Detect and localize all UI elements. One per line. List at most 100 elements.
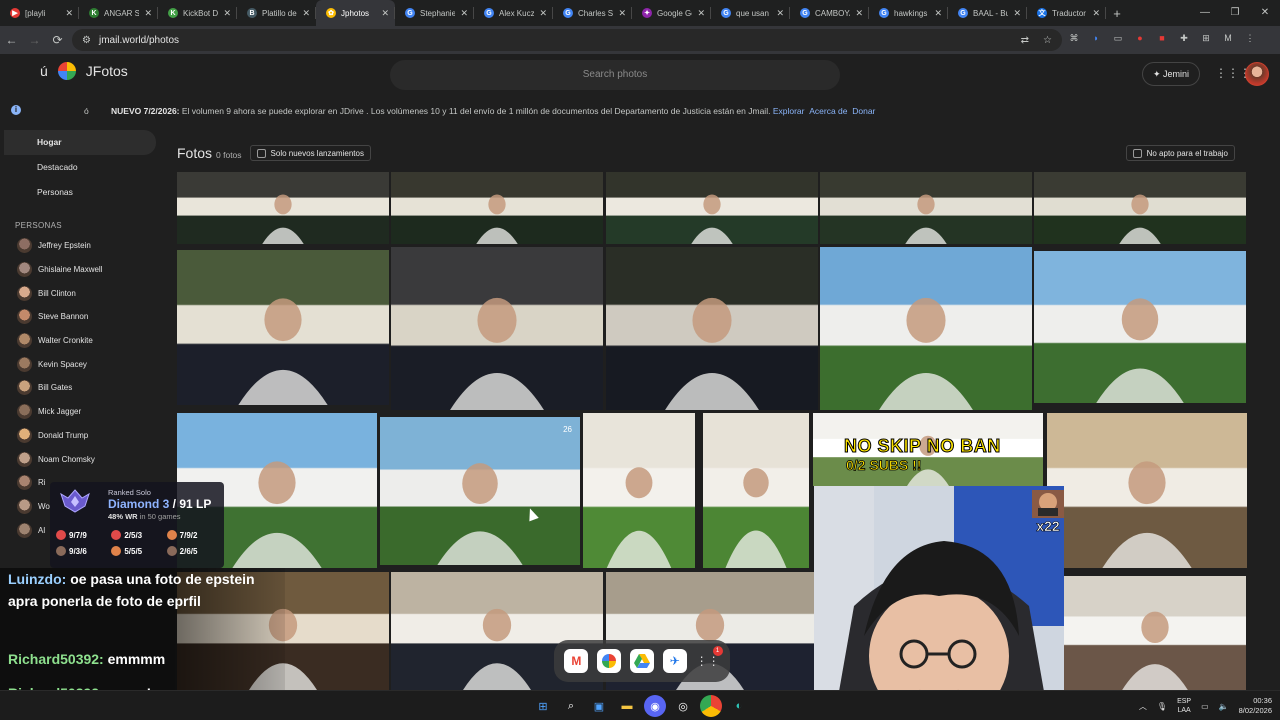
gmail-icon[interactable]: M [564, 649, 589, 673]
avatar[interactable] [1245, 62, 1269, 86]
browser-tab[interactable]: Gque usan ✕ [711, 0, 790, 26]
browser-tab[interactable]: G Stephanie ✕ [395, 0, 474, 26]
obs-icon[interactable]: ◎ [672, 695, 694, 717]
photo-thumbnail[interactable] [391, 172, 603, 244]
browser-tab[interactable]: B Platillo de ✕ [237, 0, 316, 26]
photo-thumbnail[interactable] [1047, 413, 1247, 568]
extension-icon[interactable]: ⌘ [1066, 30, 1082, 46]
translate-icon[interactable]: ⇄ [1021, 35, 1029, 46]
new-tab-icon[interactable]: + [1106, 6, 1128, 21]
search-input[interactable]: Search photos [390, 60, 840, 90]
person-item[interactable]: Walter Cronkite [0, 329, 165, 353]
discord-icon[interactable]: ◉ [644, 695, 666, 717]
volume-icon[interactable]: 🔈 [1219, 702, 1229, 711]
person-item[interactable]: Kevin Spacey [0, 352, 165, 376]
tab-close-icon[interactable]: ✕ [302, 8, 310, 19]
photo-thumbnail[interactable] [391, 247, 603, 410]
forward-icon[interactable]: → [23, 33, 46, 47]
tab-close-icon[interactable]: ✕ [460, 8, 468, 19]
photo-thumbnail[interactable] [703, 413, 809, 568]
tab-close-icon[interactable]: ✕ [776, 8, 784, 19]
photo-thumbnail[interactable] [1034, 172, 1246, 244]
browser-tab[interactable]: G BAAL - Bu ✕ [948, 0, 1027, 26]
clock[interactable]: 00:36 8/02/2026 [1239, 696, 1272, 716]
photo-thumbnail[interactable] [177, 172, 389, 244]
extension-icon[interactable]: ▭ [1110, 30, 1126, 46]
flights-icon[interactable]: ✈ [662, 649, 687, 673]
tab-close-icon[interactable]: ✕ [934, 8, 942, 19]
browser-tab[interactable]: G Alex Kuczy ✕ [474, 0, 553, 26]
checkbox[interactable] [1132, 148, 1142, 158]
microphone-icon[interactable]: 🎙 [1157, 702, 1167, 711]
photo-thumbnail[interactable]: 26 [380, 417, 580, 565]
tab-close-icon[interactable]: ✕ [223, 8, 231, 19]
url-field[interactable]: ⚙ jmail.world/photos ⇄ ☆ [72, 29, 1062, 51]
widgets-icon[interactable]: ▣ [588, 695, 610, 717]
photo-thumbnail[interactable] [177, 250, 389, 405]
person-item[interactable]: Noam Chomsky [0, 447, 165, 471]
browser-tab[interactable]: ✿ Jphotos ✕ [316, 0, 395, 26]
browser-tab[interactable]: Ghawkings ✕ [869, 0, 948, 26]
donate-link[interactable]: Donar [852, 106, 875, 116]
windows-start-icon[interactable]: ⊞ [532, 695, 554, 717]
extension-icon[interactable]: ■ [1154, 30, 1170, 46]
edge-icon[interactable]: ◐ [728, 695, 750, 717]
tab-close-icon[interactable]: ✕ [1013, 8, 1021, 19]
person-item[interactable]: Bill Clinton [0, 281, 165, 305]
sidebar-item-home[interactable]: Hogar [4, 130, 156, 155]
person-item[interactable]: Donald Trump [0, 424, 165, 448]
browser-tab[interactable]: K ANGAR St ✕ [79, 0, 158, 26]
photo-thumbnail[interactable] [1034, 251, 1246, 403]
sidebar-item-people[interactable]: Personas [0, 180, 165, 205]
tab-close-icon[interactable]: ✕ [855, 8, 863, 19]
checkbox[interactable] [256, 148, 266, 158]
brand[interactable]: ú JFotos [40, 62, 128, 80]
tab-close-icon[interactable]: ✕ [1092, 8, 1100, 19]
browser-tab[interactable]: K KickBot D ✕ [158, 0, 237, 26]
about-link[interactable]: Acerca de [809, 106, 847, 116]
person-item[interactable]: Ghislaine Maxwell [0, 258, 165, 282]
sidebar-icon[interactable]: ⊞ [1198, 30, 1214, 46]
gemini-button[interactable]: ✦ Jemini [1142, 62, 1200, 86]
tab-close-icon[interactable]: ✕ [618, 8, 626, 19]
nsfw-filter[interactable]: No apto para el trabajo [1125, 145, 1235, 161]
chrome-icon[interactable] [700, 695, 722, 717]
bookmark-star-icon[interactable]: ☆ [1043, 35, 1052, 46]
tab-close-icon[interactable]: ✕ [144, 8, 152, 19]
photo-thumbnail[interactable] [583, 413, 695, 568]
all-apps-icon[interactable]: ⋮⋮ 1 [696, 646, 723, 673]
restore-icon[interactable]: ❐ [1220, 0, 1250, 26]
photos-icon[interactable] [597, 649, 622, 673]
browser-tab[interactable]: G CAMBOYA ✕ [790, 0, 869, 26]
site-info-icon[interactable]: ⚙ [82, 35, 91, 46]
person-item[interactable]: Mick Jagger [0, 400, 165, 424]
file-explorer-icon[interactable]: ▬ [616, 695, 638, 717]
tab-close-icon[interactable]: ✕ [381, 8, 389, 19]
drive-icon[interactable] [629, 649, 654, 673]
close-window-icon[interactable]: ✕ [1250, 0, 1280, 26]
person-item[interactable]: Steve Bannon [0, 305, 165, 329]
back-icon[interactable]: ← [0, 33, 23, 47]
browser-tab[interactable]: 文 Traductor ✕ [1027, 0, 1106, 26]
photo-thumbnail[interactable] [820, 247, 1032, 410]
language-indicator[interactable]: ESP LAA [1177, 697, 1191, 715]
photo-thumbnail[interactable] [606, 172, 818, 244]
explore-link[interactable]: Explorar [773, 106, 805, 116]
photo-thumbnail[interactable] [606, 247, 818, 410]
tab-close-icon[interactable]: ✕ [697, 8, 705, 19]
person-item[interactable]: Bill Gates [0, 376, 165, 400]
photo-thumbnail[interactable] [1064, 576, 1246, 690]
network-icon[interactable]: ▭ [1201, 702, 1209, 711]
photo-thumbnail[interactable] [820, 172, 1032, 244]
profile-icon[interactable]: M [1220, 30, 1236, 46]
reload-icon[interactable]: ⟳ [46, 33, 69, 47]
menu-dots-icon[interactable]: ⋮ [1242, 30, 1258, 46]
minimize-icon[interactable]: — [1190, 0, 1220, 26]
tab-close-icon[interactable]: ✕ [65, 8, 73, 19]
new-releases-filter[interactable]: Solo nuevos lanzamientos [249, 145, 371, 161]
puzzle-icon[interactable]: ✚ [1176, 30, 1192, 46]
browser-tab[interactable]: G Charles St ✕ [553, 0, 632, 26]
extension-icon[interactable]: ◗ [1088, 30, 1104, 46]
person-item[interactable]: Jeffrey Epstein [0, 234, 165, 258]
browser-tab[interactable]: ▶ [playli ✕ [0, 0, 79, 26]
